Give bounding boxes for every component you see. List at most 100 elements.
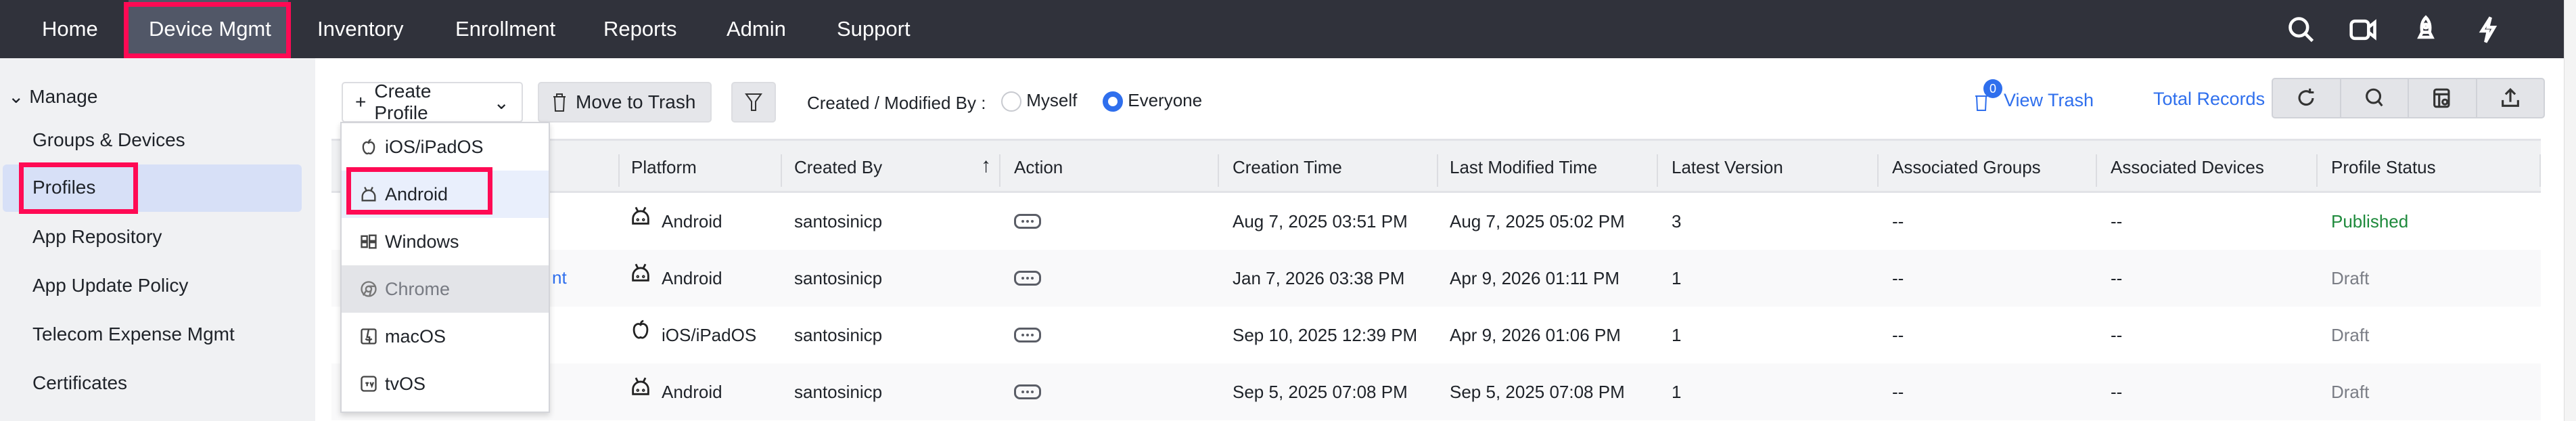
filter-button[interactable]: [731, 82, 776, 123]
platform-label: Android: [662, 268, 722, 288]
action-menu-button[interactable]: [1014, 363, 1041, 420]
action-menu-button[interactable]: [1014, 193, 1041, 250]
latest-version-cell: 1: [1672, 325, 1682, 345]
platform-cell: Android: [629, 193, 722, 250]
trash-icon: 0: [1974, 79, 2002, 112]
dropdown-item-ios[interactable]: iOS/iPadOS: [342, 123, 549, 171]
profile-status-cell: Published: [2331, 211, 2409, 231]
nav-support[interactable]: Support: [821, 0, 927, 58]
radio-myself-button[interactable]: [1001, 91, 1021, 112]
header-latest-version[interactable]: Latest Version: [1672, 157, 1783, 178]
sidebar-item-app-update-policy[interactable]: App Update Policy: [32, 275, 188, 296]
total-records-link[interactable]: Total Records: [2153, 89, 2265, 110]
creation-time-cell: Aug 7, 2025 03:51 PM: [1233, 211, 1408, 231]
profile-name-link[interactable]: nt: [552, 249, 567, 306]
associated-devices-cell: --: [2111, 325, 2123, 345]
search-icon[interactable]: [2286, 15, 2316, 45]
table-row[interactable]: Android santosinicp Jan 7, 2026 03:38 PM…: [331, 250, 2541, 307]
last-modified-cell: Sep 5, 2025 07:08 PM: [1450, 382, 1625, 402]
radio-myself[interactable]: Myself: [1001, 90, 1077, 112]
header-last-modified[interactable]: Last Modified Time: [1450, 157, 1597, 178]
create-profile-label: Create Profile: [374, 81, 432, 123]
create-profile-button[interactable]: + Create Profile ⌄: [342, 81, 523, 123]
table-tools: [2272, 78, 2545, 118]
rocket-icon[interactable]: [2411, 15, 2441, 45]
chevron-down-icon: ⌄: [493, 91, 509, 113]
move-to-trash-button[interactable]: Move to Trash: [538, 82, 712, 123]
sidebar-item-groups-devices[interactable]: Groups & Devices: [32, 129, 185, 151]
header-associated-devices[interactable]: Associated Devices: [2111, 157, 2264, 178]
sidebar-item-telecom-expense[interactable]: Telecom Expense Mgmt: [32, 324, 235, 345]
created-modified-label: Created / Modified By :: [807, 93, 986, 113]
creation-time-cell: Sep 5, 2025 07:08 PM: [1233, 382, 1408, 402]
dropdown-item-windows[interactable]: Windows: [342, 218, 549, 265]
export-button[interactable]: [2477, 79, 2544, 117]
action-menu-button[interactable]: [1014, 307, 1041, 363]
dropdown-item-label: Windows: [385, 231, 459, 252]
video-icon[interactable]: [2349, 15, 2378, 45]
table-row[interactable]: iOS/iPadOS santosinicp Sep 10, 2025 12:3…: [331, 307, 2541, 363]
nav-home[interactable]: Home: [26, 0, 114, 58]
associated-groups-cell: --: [1892, 325, 1904, 345]
header-creation-time[interactable]: Creation Time: [1233, 157, 1342, 178]
view-trash-link[interactable]: 0 View Trash: [1974, 79, 2094, 112]
table-row[interactable]: Android santosinicp Sep 5, 2025 07:08 PM…: [331, 363, 2541, 420]
header-associated-groups[interactable]: Associated Groups: [1892, 157, 2041, 178]
associated-devices-cell: --: [2111, 268, 2123, 288]
column-settings-button[interactable]: [2409, 79, 2477, 117]
dropdown-item-macos[interactable]: macOS: [342, 313, 549, 360]
sidebar-item-app-repository[interactable]: App Repository: [32, 226, 162, 248]
chrome-icon: [361, 281, 377, 297]
associated-groups-cell: --: [1892, 268, 1904, 288]
created-by-cell: santosinicp: [794, 325, 883, 345]
nav-admin[interactable]: Admin: [710, 0, 802, 58]
top-nav: Home Device Mgmt Inventory Enrollment Re…: [0, 0, 2564, 58]
view-trash-label: View Trash: [2004, 89, 2094, 110]
dropdown-item-label: iOS/iPadOS: [385, 136, 484, 157]
radio-everyone-button[interactable]: [1103, 91, 1123, 112]
creation-time-cell: Sep 10, 2025 12:39 PM: [1233, 325, 1418, 345]
platform-label: Android: [662, 211, 722, 231]
radio-everyone[interactable]: Everyone: [1103, 90, 1202, 112]
refresh-button[interactable]: [2273, 79, 2341, 117]
platform-cell: Android: [629, 250, 722, 307]
last-modified-cell: Apr 9, 2026 01:11 PM: [1450, 268, 1620, 288]
search-button[interactable]: [2341, 79, 2409, 117]
profile-status-cell: Draft: [2331, 382, 2370, 402]
sidebar-section-manage[interactable]: ⌄ Manage: [8, 85, 97, 108]
associated-groups-cell: --: [1892, 211, 1904, 231]
creation-time-cell: Jan 7, 2026 03:38 PM: [1233, 268, 1405, 288]
nav-reports[interactable]: Reports: [587, 0, 693, 58]
nav-enrollment[interactable]: Enrollment: [439, 0, 572, 58]
platform-label: iOS/iPadOS: [662, 325, 757, 345]
dropdown-item-chrome: Chrome: [342, 265, 549, 313]
more-options-icon: [1014, 214, 1041, 229]
trash-icon: [553, 93, 566, 112]
dropdown-item-tvos[interactable]: tvOS: [342, 360, 549, 407]
table-row[interactable]: Android santosinicp Aug 7, 2025 03:51 PM…: [331, 193, 2541, 250]
dropdown-item-label: tvOS: [385, 373, 426, 394]
android-icon: [361, 186, 376, 202]
refresh-icon: [2298, 88, 2314, 106]
associated-devices-cell: --: [2111, 382, 2123, 402]
move-to-trash-label: Move to Trash: [576, 91, 696, 112]
page-scrollbar[interactable]: [2564, 0, 2576, 421]
sidebar-item-certificates[interactable]: Certificates: [32, 372, 127, 394]
header-created-by[interactable]: Created By: [794, 157, 882, 178]
macos-icon: [361, 328, 377, 345]
sidebar-item-profiles[interactable]: Profiles: [32, 177, 95, 198]
dropdown-item-label: macOS: [385, 326, 446, 347]
nav-inventory[interactable]: Inventory: [301, 0, 420, 58]
action-menu-button[interactable]: [1014, 250, 1041, 307]
platform-cell: iOS/iPadOS: [629, 307, 756, 363]
dropdown-item-android[interactable]: Android: [342, 171, 549, 218]
header-profile-status[interactable]: Profile Status: [2331, 157, 2436, 178]
android-icon: [629, 193, 652, 250]
nav-device-mgmt[interactable]: Device Mgmt: [129, 0, 288, 58]
created-by-cell: santosinicp: [794, 268, 883, 288]
sort-ascending-icon[interactable]: ↑: [981, 154, 991, 177]
section-label: Manage: [29, 86, 98, 107]
lightning-icon[interactable]: [2473, 15, 2503, 45]
upload-icon: [2501, 88, 2519, 107]
header-platform[interactable]: Platform: [631, 157, 697, 178]
